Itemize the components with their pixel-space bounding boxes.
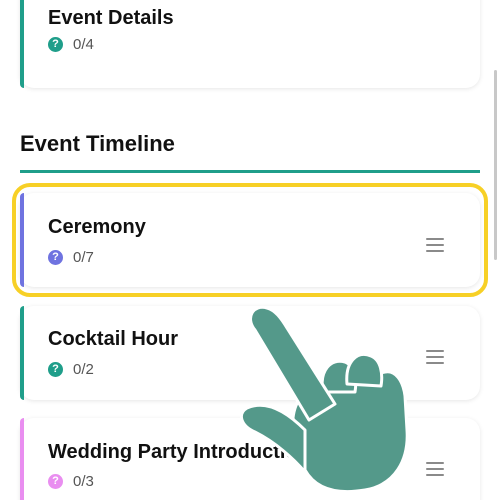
progress-count: 0/7	[73, 249, 94, 266]
progress-count: 0/3	[73, 473, 94, 490]
card-accent	[20, 193, 24, 287]
card-accent	[20, 418, 24, 500]
card-title: Ceremony	[48, 216, 146, 238]
event-details-card[interactable]: Event Details ? 0/4	[20, 0, 480, 88]
timeline-item-ceremony[interactable]: Ceremony ? 0/7	[20, 193, 480, 287]
drag-handle-icon[interactable]	[426, 238, 444, 252]
scrollbar[interactable]	[494, 70, 497, 260]
card-progress: ? 0/7	[48, 249, 94, 266]
card-progress: ? 0/4	[48, 36, 94, 53]
timeline-item-cocktail-hour[interactable]: Cocktail Hour ? 0/2	[20, 306, 480, 400]
card-title: Event Details	[48, 7, 174, 29]
progress-count: 0/2	[73, 361, 94, 378]
question-circle-icon: ?	[48, 37, 63, 52]
progress-count: 0/4	[73, 36, 94, 53]
section-title: Event Timeline	[20, 131, 175, 156]
question-circle-icon: ?	[48, 250, 63, 265]
question-circle-icon: ?	[48, 362, 63, 377]
timeline-item-wedding-party-introductions[interactable]: Wedding Party Introductions ? 0/3	[20, 418, 480, 500]
drag-handle-icon[interactable]	[426, 462, 444, 476]
card-title: Wedding Party Introductions	[48, 441, 321, 463]
question-circle-icon: ?	[48, 474, 63, 489]
card-accent	[20, 0, 24, 88]
card-accent	[20, 306, 24, 400]
section-divider	[20, 170, 480, 173]
card-progress: ? 0/2	[48, 361, 94, 378]
drag-handle-icon[interactable]	[426, 350, 444, 364]
card-progress: ? 0/3	[48, 473, 94, 490]
card-title: Cocktail Hour	[48, 328, 179, 350]
